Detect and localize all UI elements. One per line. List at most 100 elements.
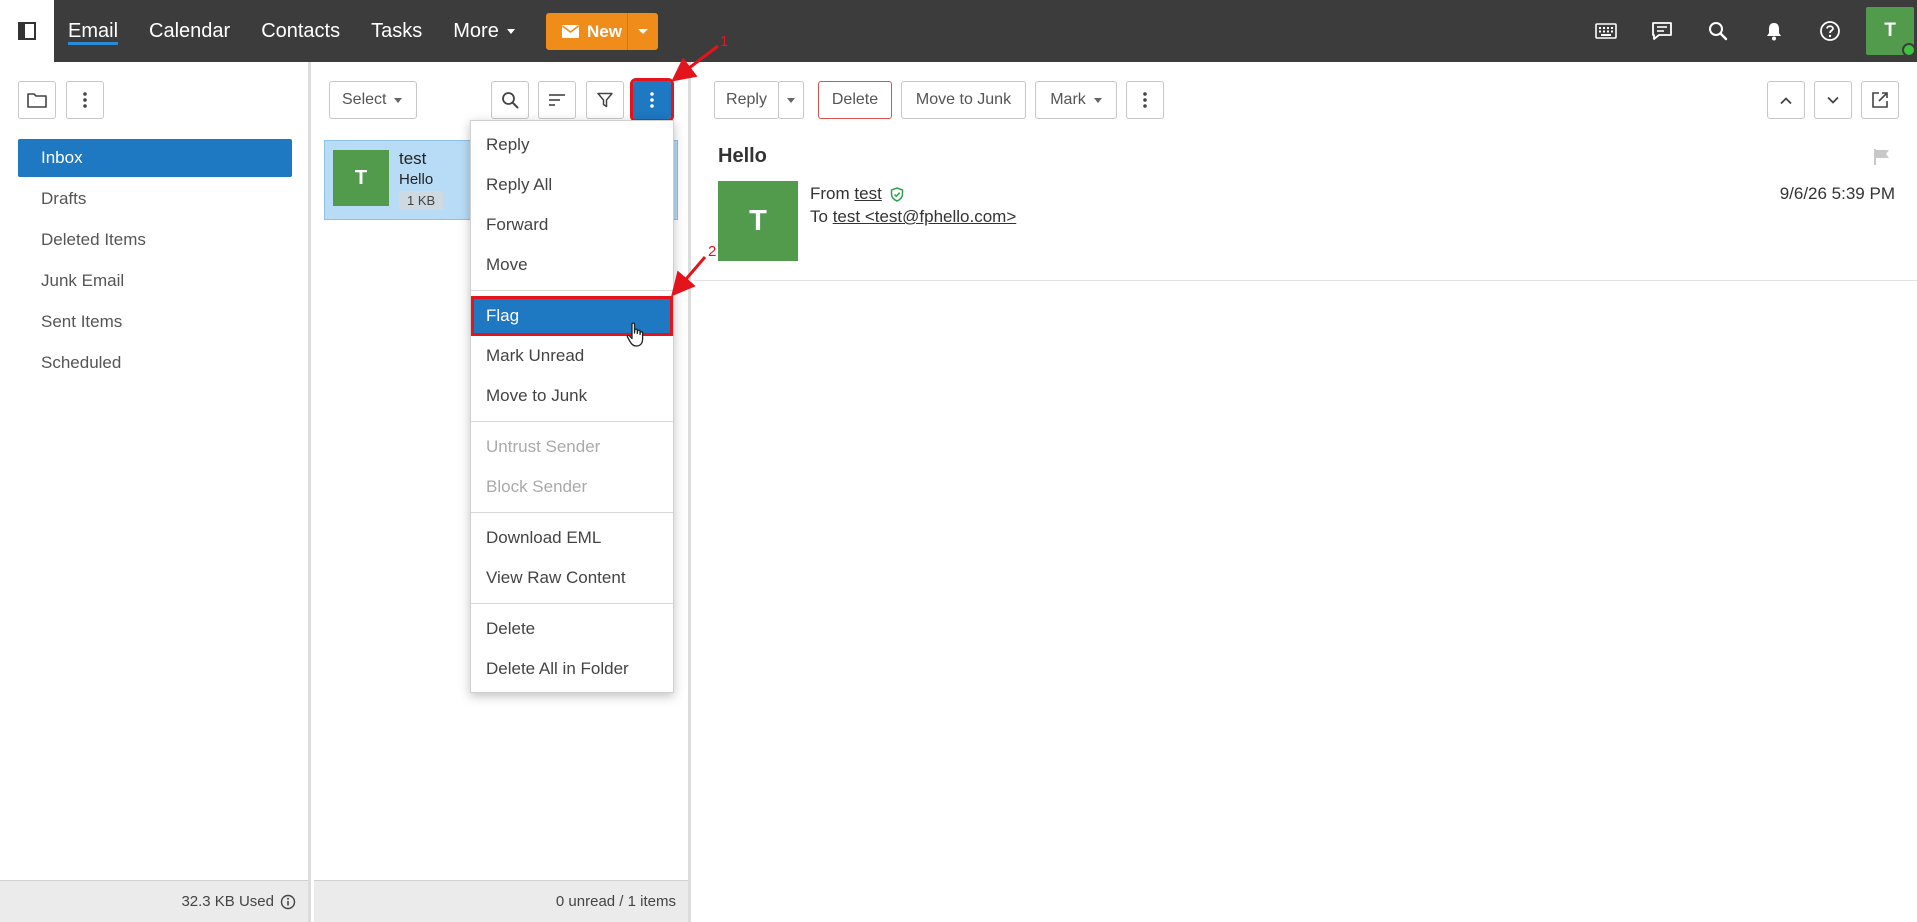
chat-button[interactable] xyxy=(1634,0,1690,62)
sender-avatar-large: T xyxy=(718,181,798,261)
nav-email[interactable]: Email xyxy=(68,0,119,62)
menu-item-block-sender: Block Sender xyxy=(486,477,588,496)
message-count-text: 0 unread / 1 items xyxy=(555,893,676,910)
message-size-badge: 1 KB xyxy=(399,191,444,210)
nav-calendar[interactable]: Calendar xyxy=(149,0,230,62)
menu-item-view-raw-content[interactable]: View Raw Content xyxy=(471,558,673,598)
menu-divider xyxy=(471,290,673,291)
help-icon xyxy=(1820,21,1840,41)
to-line: To test <test@fphello.com> xyxy=(810,207,1016,227)
info-icon[interactable] xyxy=(280,894,296,910)
filter-icon xyxy=(597,92,613,108)
envelope-icon xyxy=(562,25,579,38)
folder-junk-email[interactable]: Junk Email xyxy=(18,262,292,300)
menu-item-move-to-junk[interactable]: Move to Junk xyxy=(471,376,673,416)
nav-contacts[interactable]: Contacts xyxy=(261,0,340,62)
search-icon xyxy=(1709,22,1728,41)
search-button[interactable] xyxy=(1690,0,1746,62)
sidebar-toggle-button[interactable] xyxy=(0,0,54,62)
external-link-icon xyxy=(1872,92,1888,108)
menu-item-download-eml[interactable]: Download EML xyxy=(471,518,673,558)
move-to-junk-button[interactable]: Move to Junk xyxy=(901,81,1026,119)
new-button[interactable]: New xyxy=(546,13,658,50)
mark-dropdown[interactable]: Mark xyxy=(1035,81,1117,119)
folder-more-button[interactable] xyxy=(66,81,104,119)
menu-item-delete[interactable]: Delete xyxy=(471,609,673,649)
email-date: 9/6/26 5:39 PM xyxy=(1779,184,1895,203)
nav-tasks[interactable]: Tasks xyxy=(371,0,422,62)
more-vertical-icon xyxy=(650,92,654,108)
reply-button[interactable]: Reply xyxy=(714,81,779,119)
annotation-number-2: 2 xyxy=(708,243,717,260)
filter-button[interactable] xyxy=(586,81,624,119)
verified-shield-icon xyxy=(890,186,904,202)
mark-label: Mark xyxy=(1050,91,1086,108)
keyboard-icon xyxy=(1595,23,1617,39)
online-status-icon xyxy=(1902,43,1916,57)
main-nav: Email Calendar Contacts Tasks More xyxy=(68,0,546,62)
more-vertical-icon xyxy=(83,92,87,108)
folder-sent-items[interactable]: Sent Items xyxy=(18,303,292,341)
delete-button[interactable]: Delete xyxy=(818,81,892,119)
help-button[interactable] xyxy=(1802,0,1858,62)
chevron-down-icon xyxy=(506,28,515,34)
open-in-new-window-button[interactable] xyxy=(1861,81,1899,119)
keyboard-shortcuts-button[interactable] xyxy=(1578,0,1634,62)
folder-scheduled[interactable]: Scheduled xyxy=(18,344,292,382)
message-count: 0 unread / 1 items xyxy=(314,880,688,922)
menu-item-reply[interactable]: Reply xyxy=(471,125,673,165)
message-subject: Hello xyxy=(399,171,434,188)
menu-item-forward[interactable]: Forward xyxy=(471,205,673,245)
sort-button[interactable] xyxy=(538,81,576,119)
menu-item-delete-all-in-folder[interactable]: Delete All in Folder xyxy=(471,649,673,689)
folder-pane: Inbox Drafts Deleted Items Junk Email Se… xyxy=(0,62,311,922)
menu-item-untrust-sender: Untrust Sender xyxy=(486,437,601,456)
new-dropdown-toggle[interactable] xyxy=(628,13,658,50)
folder-button[interactable] xyxy=(18,81,56,119)
search-icon xyxy=(502,92,519,109)
folder-list: Inbox Drafts Deleted Items Junk Email Se… xyxy=(18,139,292,385)
annotation-number-1: 1 xyxy=(720,33,729,50)
new-email-button[interactable]: New xyxy=(546,13,628,50)
nav-more[interactable]: More xyxy=(453,0,515,62)
move-to-junk-label: Move to Junk xyxy=(915,91,1012,108)
user-avatar[interactable]: T xyxy=(1866,7,1916,57)
sort-icon xyxy=(549,94,565,106)
sender-name-link[interactable]: test xyxy=(854,184,881,204)
storage-usage: 32.3 KB Used xyxy=(0,880,308,922)
folder-drafts[interactable]: Drafts xyxy=(18,180,292,218)
top-bar: Email Calendar Contacts Tasks More New T xyxy=(0,0,1917,62)
menu-divider xyxy=(471,512,673,513)
header-divider xyxy=(694,280,1917,281)
reply-options-button[interactable] xyxy=(778,81,804,119)
next-message-button[interactable] xyxy=(1814,81,1852,119)
menu-divider xyxy=(471,421,673,422)
from-label: From xyxy=(810,184,850,203)
sidebar-toggle-icon xyxy=(18,22,36,40)
to-label: To xyxy=(810,207,828,226)
menu-item-reply-all[interactable]: Reply All xyxy=(471,165,673,205)
reply-label: Reply xyxy=(726,91,767,108)
message-actions-menu: Reply Reply All Forward Move Flag Mark U… xyxy=(470,120,674,693)
reader-more-button[interactable] xyxy=(1126,81,1164,119)
hand-cursor-icon xyxy=(626,322,644,347)
recipient-link[interactable]: test <test@fphello.com> xyxy=(833,207,1017,226)
sender-avatar: T xyxy=(333,150,389,206)
storage-usage-text: 32.3 KB Used xyxy=(181,893,274,910)
select-label: Select xyxy=(342,91,387,108)
chat-icon xyxy=(1652,22,1672,40)
chevron-down-icon xyxy=(638,29,648,34)
select-dropdown[interactable]: Select xyxy=(329,81,417,119)
flag-icon[interactable] xyxy=(1873,148,1891,166)
folder-inbox[interactable]: Inbox xyxy=(18,139,292,177)
folder-icon xyxy=(27,93,47,108)
message-more-button[interactable] xyxy=(630,78,674,122)
chevron-down-icon xyxy=(787,97,795,103)
notifications-button[interactable] xyxy=(1746,0,1802,62)
avatar-initial: T xyxy=(1884,20,1896,41)
menu-item-move[interactable]: Move xyxy=(471,245,673,285)
search-messages-button[interactable] xyxy=(491,81,529,119)
folder-deleted-items[interactable]: Deleted Items xyxy=(18,221,292,259)
previous-message-button[interactable] xyxy=(1767,81,1805,119)
more-vertical-icon xyxy=(1143,92,1147,108)
